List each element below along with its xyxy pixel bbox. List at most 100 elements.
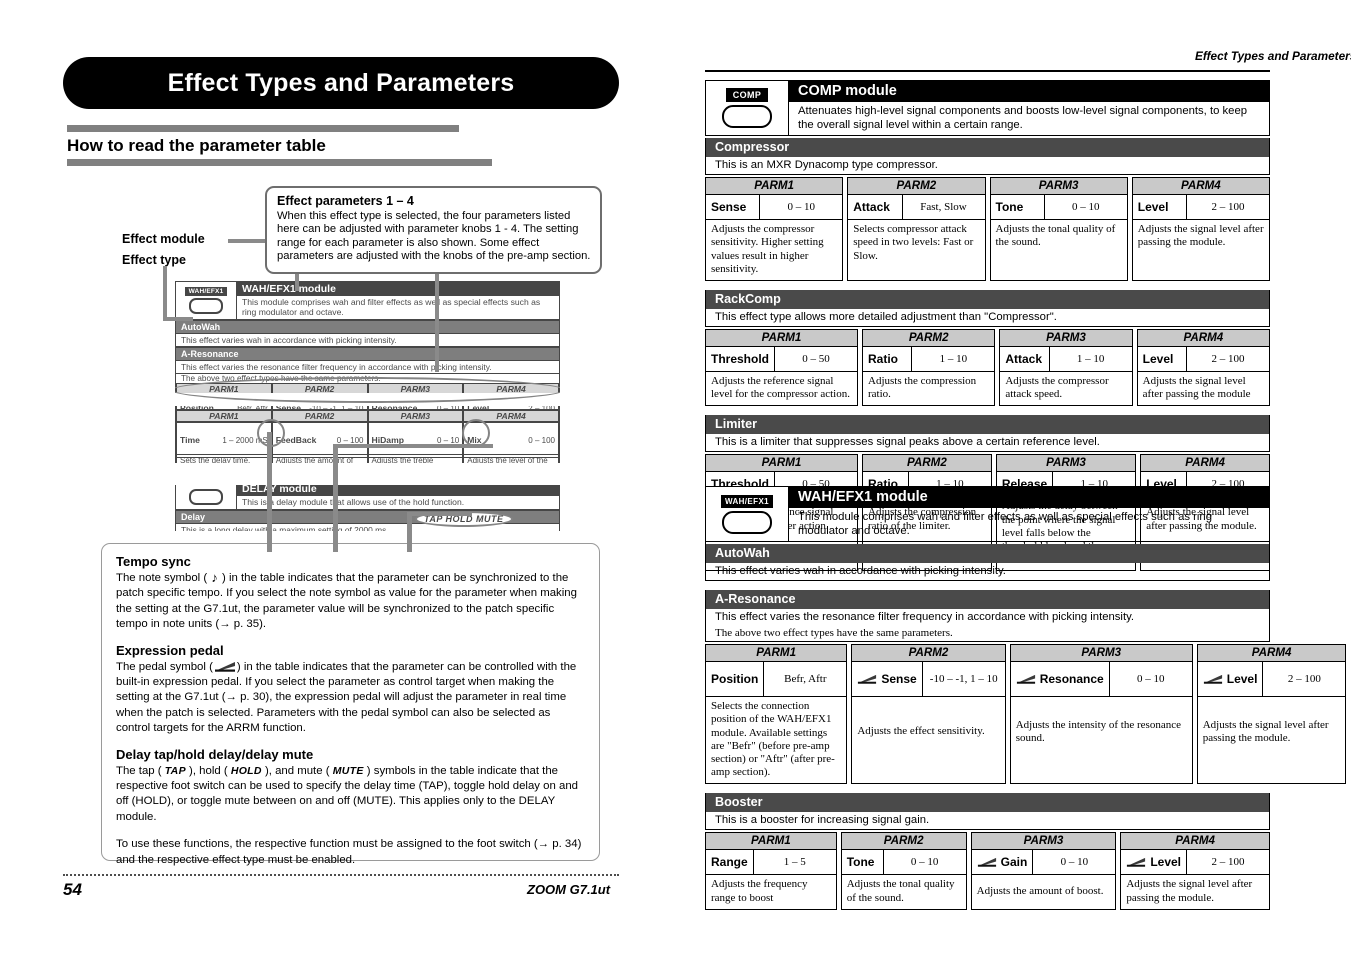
parm-header: PARM2 — [841, 833, 966, 851]
knob-icon — [722, 510, 772, 534]
parameter-table: PARM1 Range 1 – 5 Adjusts the frequency … — [705, 832, 1270, 910]
module-description: This module comprises wah and filter eff… — [798, 511, 1212, 537]
module-title: COMP module — [789, 81, 1269, 102]
parm-name: Position — [711, 672, 759, 687]
expression-pedal-icon — [1016, 674, 1036, 684]
parm-header: PARM4 — [1141, 455, 1270, 473]
parm-range: 0 – 10 — [759, 195, 842, 220]
ghost-delay-module-desc: This is a delay module that allows use o… — [242, 497, 465, 507]
parm-description: Adjusts the compressor attack speed. — [1005, 375, 1109, 401]
hold-keyword-icon: HOLD — [230, 764, 262, 777]
expl-text: The pedal symbol ( — [116, 660, 213, 673]
ghost-parm-header: PARM3 — [367, 410, 464, 422]
parm-name: Tone — [846, 855, 875, 870]
expl-text: The tap ( — [116, 764, 165, 777]
label-effect-module: Effect module — [122, 232, 205, 246]
parm-header: PARM1 — [706, 330, 858, 347]
ghost-delay-type-desc: This is a long delay with a maximum sett… — [176, 524, 559, 531]
explanation-box: Tempo sync The note symbol ( ♪ ) in the … — [101, 543, 600, 866]
module-header-text: WAH/EFX1 module This module comprises wa… — [789, 487, 1269, 541]
parm-header: PARM4 — [1197, 645, 1346, 663]
parm-description: Selects compressor attack speed in two l… — [853, 223, 974, 262]
section-heading-block: How to read the parameter table — [67, 125, 492, 166]
ghost-module-header: WAH/EFX1 WAH/EFX1 module This module com… — [176, 282, 559, 320]
parm-header: PARM2 — [848, 178, 985, 196]
parameter-column: PARM4 Level 2 – 100 Adjusts the signal l… — [1120, 832, 1270, 910]
parm-value-row: Level 2 – 100 — [1137, 347, 1269, 372]
ghost-parm-header: PARM2 — [271, 410, 368, 422]
parm-range: Fast, Slow — [901, 195, 985, 220]
effect-type-name: Compressor — [705, 138, 1270, 158]
expl-body-tempo-sync: The note symbol ( ♪ ) in the table indic… — [116, 570, 577, 631]
ghost-example-diagram: WAH/EFX1 WAH/EFX1 module This module com… — [175, 281, 560, 531]
parm-header: PARM2 — [863, 330, 995, 347]
module-wah-efx1: WAH/EFX1 WAH/EFX1 module This module com… — [705, 486, 1347, 910]
parm-value-row: Level 2 – 100 — [1132, 195, 1269, 221]
parm-description: Adjusts the tonal quality of the sound. — [846, 878, 955, 904]
parm-name: Tone — [995, 200, 1024, 215]
ghost-parm-name: Time — [180, 435, 200, 445]
parm-range: 1 – 10 — [1048, 347, 1132, 371]
module-header-text: COMP module Attenuates high-level signal… — [789, 81, 1269, 135]
parm-range: -10 – -1, 1 – 10 — [921, 662, 1005, 697]
expl-heading-expression-pedal: Expression pedal — [116, 642, 224, 658]
parm-range: 2 – 100 — [1186, 195, 1269, 220]
knob-icon — [189, 488, 223, 505]
highlight-pedal-symbol — [462, 419, 490, 447]
module-description: Attenuates high-level signal components … — [798, 105, 1248, 131]
label-effect-type: Effect type — [122, 253, 186, 267]
parm-header: PARM3 — [1000, 330, 1132, 347]
parameter-column: PARM2 Tone 0 – 10 Adjusts the tonal qual… — [840, 832, 967, 910]
parm-value-row: Gain 0 – 10 — [971, 850, 1116, 876]
effect-type-booster: Booster This is a booster for increasing… — [705, 793, 1270, 910]
parm-description: Adjusts the signal level after passing t… — [1126, 878, 1253, 904]
parm-description: Adjusts the tonal quality of the sound. — [995, 223, 1116, 249]
parm-header: PARM4 — [1121, 833, 1269, 851]
parm-value-row: Threshold 0 – 50 — [706, 347, 858, 372]
parm-range: 2 – 100 — [1186, 347, 1269, 371]
parm-value-row: Sense -10 – -1, 1 – 10 — [852, 662, 1005, 698]
connector-type-v — [163, 266, 167, 321]
callout-effect-parameters: Effect parameters 1 – 4 When this effect… — [265, 186, 602, 274]
parameter-column: PARM1 Range 1 – 5 Adjusts the frequency … — [705, 832, 837, 910]
parameter-column: PARM3 Tone 0 – 10 Adjusts the tonal qual… — [989, 177, 1128, 281]
parm-name: Level — [1226, 672, 1258, 687]
parm-header: PARM3 — [990, 178, 1127, 196]
effect-type-name: AutoWah — [705, 544, 1270, 564]
expl-heading-tempo-sync: Tempo sync — [116, 554, 191, 569]
parm-name: Level — [1137, 200, 1169, 215]
effect-type-description: This is a booster for increasing signal … — [705, 812, 1270, 831]
parm-header: PARM4 — [1132, 178, 1269, 196]
parm-range: 0 – 50 — [774, 347, 857, 371]
parm-header: PARM1 — [706, 178, 843, 196]
parm-name-with-pedal: Gain — [972, 853, 1033, 871]
parm-name: Sense — [711, 200, 747, 215]
expl-heading-delay-tap: Delay tap/hold delay/delay mute — [116, 746, 314, 762]
parm-value-row: Ratio 1 – 10 — [863, 347, 995, 372]
ghost-type-autowah-desc: This effect varies wah in accordance wit… — [176, 334, 559, 347]
ghost-type-autowah: AutoWah — [176, 320, 559, 334]
parm-range: 0 – 10 — [1108, 662, 1192, 697]
parm-name: Range — [711, 855, 748, 870]
effect-type-autowah: AutoWah This effect varies wah in accord… — [705, 544, 1270, 582]
comp-badge-icon: COMP — [725, 88, 769, 103]
parm-description: Adjusts the signal level after passing t… — [1142, 375, 1251, 401]
parm-name: Gain — [1000, 855, 1028, 870]
expression-pedal-icon — [857, 674, 877, 684]
parm-description: Adjusts the effect sensitivity. — [857, 725, 985, 738]
knob-icon — [189, 298, 223, 314]
parameter-column: PARM3 Attack 1 – 10 Adjusts the compress… — [999, 329, 1133, 407]
ghost-delay-module-text: DELAY module This is a delay module that… — [237, 482, 559, 509]
heading-rule-top — [67, 125, 459, 132]
parameter-column: PARM1 Threshold 0 – 50 Adjusts the refer… — [705, 329, 859, 407]
ghost-module-text: WAH/EFX1 module This module comprises wa… — [237, 282, 559, 319]
parm-description: Adjusts the signal level after passing t… — [1137, 223, 1264, 249]
expression-pedal-icon — [1126, 857, 1146, 868]
parm-name: Attack — [853, 200, 890, 215]
module-icon: COMP — [706, 81, 789, 136]
effect-type-rackcomp: RackComp This effect type allows more de… — [705, 290, 1270, 407]
parameter-column: PARM1 Position Befr, Aftr Selects the co… — [705, 644, 848, 785]
parameter-column: PARM3 Gain 0 – 10 Adjusts the amount of … — [970, 832, 1117, 910]
right-page: Effect Types and Parameters COMP COMP mo… — [676, 0, 1351, 954]
chapter-title-banner: Effect Types and Parameters — [63, 57, 619, 109]
